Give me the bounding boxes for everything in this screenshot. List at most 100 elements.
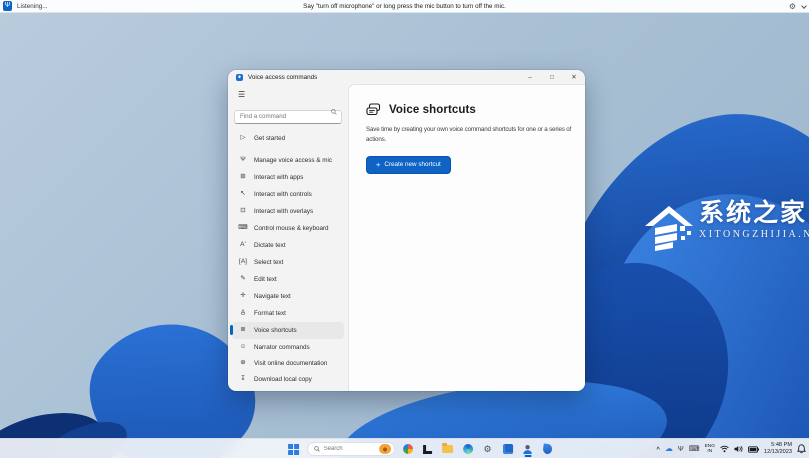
selected-indicator — [230, 325, 233, 335]
touch-keyboard-icon[interactable]: ⌨ — [689, 445, 700, 453]
chevron-down-icon[interactable] — [801, 3, 807, 9]
sidebar-item-label: Dictate text — [254, 242, 286, 249]
edit-pencil-icon: ✎ — [238, 276, 248, 283]
sidebar-item-label: Interact with apps — [254, 174, 303, 181]
sidebar-item-voice-shortcuts[interactable]: ≣ Voice shortcuts — [232, 322, 344, 339]
folder-icon — [442, 445, 453, 453]
sidebar-item-format-text[interactable]: A̲ Format text — [232, 305, 344, 322]
time-text: 5:48 PM — [771, 442, 792, 449]
edge-icon — [463, 444, 473, 454]
taskbar-search-box[interactable] — [307, 442, 395, 456]
tray-mic-icon[interactable]: Ψ — [678, 446, 684, 453]
sidebar-item-narrator-commands[interactable]: ☺ Narrator commands — [232, 339, 344, 356]
sidebar-item-label: Download local copy — [254, 376, 312, 383]
overlay-icon: ⊡ — [238, 208, 248, 215]
taskbar-store-app[interactable] — [501, 441, 515, 457]
sidebar-item-select-text[interactable]: [A] Select text — [232, 254, 344, 271]
sidebar-item-interact-with-apps[interactable]: ⊞ Interact with apps — [232, 169, 344, 186]
format-text-icon: A̲ — [238, 310, 248, 317]
speaker-icon[interactable] — [734, 445, 743, 453]
close-button[interactable]: ✕ — [563, 70, 585, 84]
keyboard-icon: ⌨ — [238, 225, 248, 232]
sidebar-item-visit-online-documentation[interactable]: ⊕ Visit online documentation — [232, 356, 344, 372]
voice-settings-gear-icon[interactable]: ⚙ — [789, 2, 796, 11]
maximize-button[interactable]: □ — [541, 70, 563, 84]
dark-l-app-icon — [423, 445, 432, 454]
minimize-button[interactable]: – — [519, 70, 541, 84]
language-line2: IN — [707, 449, 712, 454]
sidebar-item-interact-with-overlays[interactable]: ⊡ Interact with overlays — [232, 203, 344, 220]
sidebar-item-label: Navigate text — [254, 293, 291, 300]
date-text: 12/13/2023 — [764, 449, 792, 456]
page-description: Save time by creating your own voice com… — [366, 125, 578, 144]
voice-access-person-icon — [522, 444, 533, 455]
search-icon — [331, 109, 337, 115]
voice-access-app-icon — [236, 74, 243, 81]
taskbar-blue-app[interactable] — [541, 441, 555, 457]
window-title: Voice access commands — [248, 74, 317, 81]
sidebar-item-dictate-text[interactable]: Aʼ Dictate text — [232, 237, 344, 254]
notification-bell-icon[interactable] — [797, 444, 806, 454]
clock[interactable]: 5:48 PM 12/13/2023 — [764, 442, 792, 456]
sidebar-item-download-local-copy[interactable]: ↧ Download local copy — [232, 372, 344, 388]
sidebar-item-label: Voice shortcuts — [254, 327, 297, 334]
blue-tile-app-icon — [503, 444, 513, 454]
command-search[interactable] — [234, 105, 342, 124]
sidebar-item-get-started[interactable]: ▷ Get started — [232, 130, 344, 147]
globe-icon: ⊕ — [238, 360, 248, 367]
battery-icon[interactable] — [748, 446, 759, 453]
watermark-domain: XITONGZHIJIA.NET — [699, 229, 809, 240]
plus-icon: + — [376, 161, 380, 169]
sidebar-item-navigate-text[interactable]: ✛ Navigate text — [232, 288, 344, 305]
sidebar-item-label: Get started — [254, 135, 285, 142]
taskbar-photos-app[interactable] — [401, 441, 415, 457]
taskbar: ⚙ ^ ☁ Ψ ⌨ ENG IN — [0, 438, 809, 458]
sidebar-item-control-mouse-keyboard[interactable]: ⌨ Control mouse & keyboard — [232, 220, 344, 237]
sidebar-item-label: Edit text — [254, 276, 277, 283]
search-input[interactable] — [234, 110, 342, 124]
voice-shortcuts-panel: Voice shortcuts Save time by creating yo… — [348, 84, 585, 391]
taskbar-voice-access[interactable] — [521, 441, 535, 457]
hamburger-menu-icon[interactable]: ☰ — [238, 90, 250, 99]
sidebar-item-label: Narrator commands — [254, 344, 310, 351]
watermark-brand: 系统之家 — [699, 200, 809, 228]
system-tray: ^ ☁ Ψ ⌨ ENG IN — [656, 439, 806, 458]
voice-access-bar: Ψ Listening... Say "turn off microphone"… — [0, 0, 809, 13]
sidebar-item-interact-with-controls[interactable]: ↖ Interact with controls — [232, 186, 344, 203]
taskbar-file-explorer[interactable] — [441, 441, 455, 457]
taskbar-dark-app[interactable] — [421, 441, 435, 457]
sidebar-footer: ⊕ Visit online documentation ↧ Download … — [228, 356, 348, 388]
voice-shortcuts-icon: ≣ — [238, 327, 248, 334]
page-title: Voice shortcuts — [389, 104, 476, 116]
sidebar-item-manage-voice-access[interactable]: Ψ Manage voice access & mic — [232, 152, 344, 169]
create-new-shortcut-button[interactable]: + Create new shortcut — [366, 156, 451, 174]
apps-grid-icon: ⊞ — [238, 174, 248, 181]
sidebar-item-label: Select text — [254, 259, 283, 266]
watermark: 系统之家 XITONGZHIJIA.NET — [643, 200, 809, 252]
sidebar-item-label: Manage voice access & mic — [254, 157, 332, 164]
taskbar-edge-browser[interactable] — [461, 441, 475, 457]
play-icon: ▷ — [238, 135, 248, 142]
sidebar-item-label: Control mouse & keyboard — [254, 225, 329, 232]
start-button[interactable] — [287, 441, 301, 457]
window-titlebar[interactable]: Voice access commands – □ ✕ — [228, 70, 585, 84]
mic-icon: Ψ — [238, 157, 248, 164]
voice-tip-text: Say "turn off microphone" or long press … — [0, 3, 809, 10]
wifi-icon[interactable] — [720, 445, 729, 453]
dictate-icon: Aʼ — [238, 242, 248, 249]
sidebar-item-label: Format text — [254, 310, 286, 317]
blue-swoosh-app-icon — [542, 443, 552, 454]
taskbar-search-input[interactable] — [324, 446, 379, 452]
gear-icon: ⚙ — [484, 445, 492, 454]
download-icon: ↧ — [238, 376, 248, 383]
desktop: 系统之家 XITONGZHIJIA.NET Ψ Listening... Say… — [0, 0, 809, 458]
commands-sidebar: ☰ ▷ Get started Ψ Manage voice — [228, 84, 348, 391]
onedrive-cloud-icon[interactable]: ☁ — [665, 445, 673, 453]
navigate-icon: ✛ — [238, 293, 248, 300]
voice-shortcuts-heading-icon — [366, 103, 381, 116]
hidden-icons-chevron[interactable]: ^ — [656, 447, 660, 453]
sidebar-item-edit-text[interactable]: ✎ Edit text — [232, 271, 344, 288]
language-indicator[interactable]: ENG IN — [705, 444, 715, 455]
taskbar-settings[interactable]: ⚙ — [481, 441, 495, 457]
voice-access-commands-window: Voice access commands – □ ✕ ☰ — [228, 70, 585, 391]
